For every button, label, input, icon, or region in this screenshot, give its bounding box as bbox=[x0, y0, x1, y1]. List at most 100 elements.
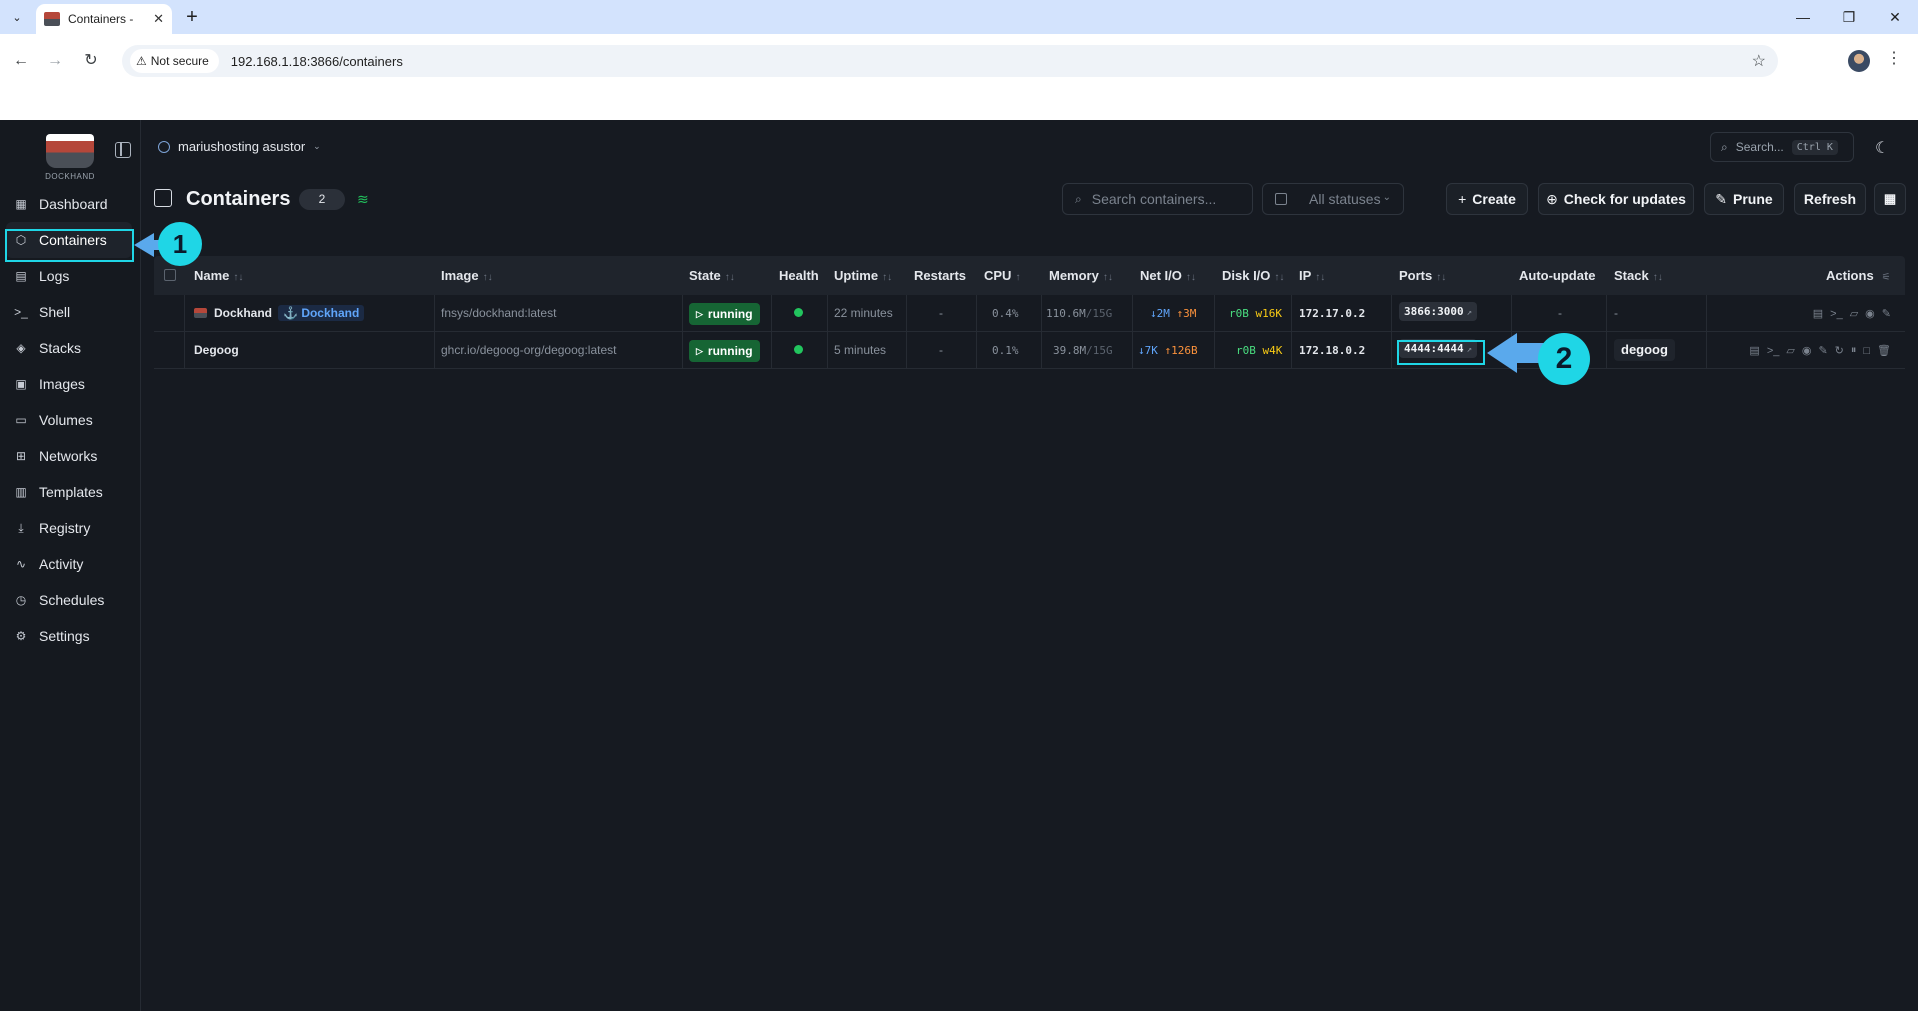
reload-icon[interactable]: ↻ bbox=[78, 49, 104, 73]
table-row[interactable]: Degoog ghcr.io/degoog-org/degoog:latest … bbox=[154, 332, 1905, 369]
terminal-icon[interactable]: >_ bbox=[1767, 345, 1780, 357]
sidebar-collapse-icon[interactable] bbox=[115, 142, 131, 158]
sidebar-item-label: Images bbox=[39, 376, 85, 392]
profile-avatar[interactable] bbox=[1848, 50, 1870, 72]
warning-icon: ⚠ bbox=[136, 54, 147, 68]
stop-icon[interactable]: □ bbox=[1863, 345, 1870, 357]
play-icon: ▷ bbox=[696, 309, 703, 319]
status-filter-select[interactable]: All statuses ⌄ bbox=[1262, 183, 1404, 215]
global-search-input[interactable]: ⌕ Search... Ctrl K bbox=[1710, 132, 1854, 162]
column-header-disk-io[interactable]: Disk I/O ↑↓ bbox=[1222, 256, 1284, 295]
table-row[interactable]: Dockhand ⚓ Dockhand fnsys/dockhand:latest… bbox=[154, 295, 1905, 332]
check-for-updates-button[interactable]: ⊕ Check for updates bbox=[1538, 183, 1694, 215]
column-header-ip[interactable]: IP ↑↓ bbox=[1299, 256, 1325, 295]
environment-selector[interactable]: mariushosting asustor ⌄ bbox=[158, 139, 321, 154]
layout-toggle-icon[interactable]: ▦ bbox=[1874, 183, 1906, 215]
terminal-icon[interactable]: >_ bbox=[1830, 308, 1843, 320]
restart-icon[interactable]: ↻ bbox=[1835, 344, 1844, 357]
dockhand-logo[interactable]: DOCKHAND bbox=[44, 128, 96, 182]
theme-toggle-icon[interactable]: ☾ bbox=[1875, 138, 1889, 158]
browser-tab[interactable]: Containers - ✕ bbox=[36, 4, 172, 34]
arrow-up-circle-icon: ⊕ bbox=[1546, 190, 1558, 207]
column-header-ports[interactable]: Ports ↑↓ bbox=[1399, 256, 1446, 295]
logs-icon[interactable]: ▤ bbox=[1813, 307, 1823, 320]
sidebar-item-networks[interactable]: ⊞ Networks bbox=[6, 438, 132, 474]
uptime-cell: 5 minutes bbox=[834, 343, 887, 357]
create-button[interactable]: + Create bbox=[1446, 183, 1528, 215]
live-wifi-icon: ≋ bbox=[357, 191, 369, 207]
library-icon: ▥ bbox=[15, 485, 27, 499]
trash-icon[interactable]: 🗑 bbox=[1877, 344, 1891, 357]
cpu-cell: 0.1% bbox=[992, 344, 1019, 357]
sidebar-item-registry[interactable]: ⤓ Registry bbox=[6, 510, 132, 546]
browser-tab-strip: ⌄ Containers - ✕ + — ❐ ✕ bbox=[0, 0, 1918, 34]
column-header-cpu[interactable]: CPU ↑ bbox=[984, 256, 1020, 295]
column-header-memory[interactable]: Memory ↑↓ bbox=[1049, 256, 1113, 295]
column-header-image[interactable]: Image ↑↓ bbox=[441, 256, 493, 295]
column-header-uptime[interactable]: Uptime ↑↓ bbox=[834, 256, 892, 295]
net-io-cell: ↓7K ↑126B bbox=[1138, 344, 1198, 357]
close-window-icon[interactable]: ✕ bbox=[1872, 0, 1918, 34]
sidebar-item-dashboard[interactable]: ▦ Dashboard bbox=[6, 186, 132, 222]
logs-icon[interactable]: ▤ bbox=[1749, 344, 1759, 357]
edit-icon[interactable]: ✎ bbox=[1818, 344, 1827, 357]
health-cell bbox=[794, 332, 803, 369]
column-header-name[interactable]: Name ↑↓ bbox=[194, 256, 243, 295]
forward-icon[interactable]: → bbox=[42, 49, 68, 73]
column-header-health: Health bbox=[779, 268, 819, 283]
sidebar-item-label: Registry bbox=[39, 520, 91, 536]
ship-logo-icon bbox=[46, 134, 94, 168]
column-header-net-io[interactable]: Net I/O ↑↓ bbox=[1140, 256, 1196, 295]
check-updates-label: Check for updates bbox=[1563, 191, 1686, 207]
highlight-port-link bbox=[1397, 340, 1485, 365]
restarts-cell: - bbox=[939, 306, 943, 320]
tab-search-icon[interactable]: ⌄ bbox=[6, 6, 28, 28]
back-icon[interactable]: ← bbox=[8, 49, 34, 73]
chevron-down-icon: ⌄ bbox=[313, 141, 321, 151]
stack-cell[interactable]: degoog bbox=[1614, 332, 1675, 369]
ports-cell[interactable]: 3866:3000 ↗ bbox=[1399, 293, 1478, 330]
sidebar-item-schedules[interactable]: ◷ Schedules bbox=[6, 582, 132, 618]
sidebar-item-images[interactable]: ▣ Images bbox=[6, 366, 132, 402]
sidebar-item-shell[interactable]: >_ Shell bbox=[6, 294, 132, 330]
broom-icon: ✎ bbox=[1715, 190, 1728, 207]
eye-icon[interactable]: ◉ bbox=[1802, 344, 1812, 357]
browser-menu-icon[interactable]: ⋮ bbox=[1886, 48, 1902, 68]
sidebar-item-settings[interactable]: ⚙ Settings bbox=[6, 618, 132, 654]
column-header-state[interactable]: State ↑↓ bbox=[689, 256, 735, 295]
close-tab-icon[interactable]: ✕ bbox=[153, 11, 164, 27]
container-name-cell[interactable]: Dockhand ⚓ Dockhand bbox=[194, 295, 365, 332]
auto-update-cell: - bbox=[1558, 306, 1562, 320]
site-info-chip[interactable]: ⚠ Not secure bbox=[130, 49, 219, 73]
sidebar-item-templates[interactable]: ▥ Templates bbox=[6, 474, 132, 510]
disk-io-cell: r0B w16K bbox=[1229, 307, 1282, 320]
address-bar[interactable]: ⚠ Not secure 192.168.1.18:3866/container… bbox=[122, 45, 1778, 77]
pause-icon[interactable]: ⏸ bbox=[1851, 344, 1857, 357]
sidebar-item-stacks[interactable]: ◈ Stacks bbox=[6, 330, 132, 366]
page-title: Containers bbox=[186, 188, 291, 210]
new-tab-icon[interactable]: + bbox=[180, 6, 204, 30]
sidebar-item-volumes[interactable]: ▭ Volumes bbox=[6, 402, 132, 438]
sort-icon: ↑↓ bbox=[724, 272, 735, 283]
refresh-button[interactable]: Refresh bbox=[1794, 183, 1866, 215]
select-all-checkbox[interactable] bbox=[164, 269, 176, 281]
sort-icon: ↑↓ bbox=[1102, 272, 1113, 283]
bookmark-star-icon[interactable]: ☆ bbox=[1752, 51, 1766, 71]
prune-button[interactable]: ✎ Prune bbox=[1704, 183, 1784, 215]
restore-icon[interactable]: ❐ bbox=[1826, 0, 1872, 34]
edit-icon[interactable]: ✎ bbox=[1882, 307, 1891, 320]
cube-icon bbox=[154, 189, 172, 207]
sidebar-item-activity[interactable]: ∿ Activity bbox=[6, 546, 132, 582]
column-settings-icon[interactable]: ⚟ bbox=[1882, 272, 1891, 283]
folder-icon[interactable]: ▱ bbox=[1850, 307, 1858, 320]
sidebar-item-label: Dashboard bbox=[39, 196, 108, 212]
eye-icon[interactable]: ◉ bbox=[1865, 307, 1875, 320]
gear-icon: ⚙ bbox=[15, 629, 27, 643]
search-icon: ⌕ bbox=[1721, 139, 1728, 154]
folder-icon[interactable]: ▱ bbox=[1786, 344, 1794, 357]
column-header-stack[interactable]: Stack ↑↓ bbox=[1614, 256, 1663, 295]
minimize-icon[interactable]: — bbox=[1780, 0, 1826, 34]
sidebar-item-logs[interactable]: ▤ Logs bbox=[6, 258, 132, 294]
container-name-cell[interactable]: Degoog bbox=[194, 332, 239, 369]
container-search-input[interactable]: ⌕ Search containers... bbox=[1062, 183, 1253, 215]
